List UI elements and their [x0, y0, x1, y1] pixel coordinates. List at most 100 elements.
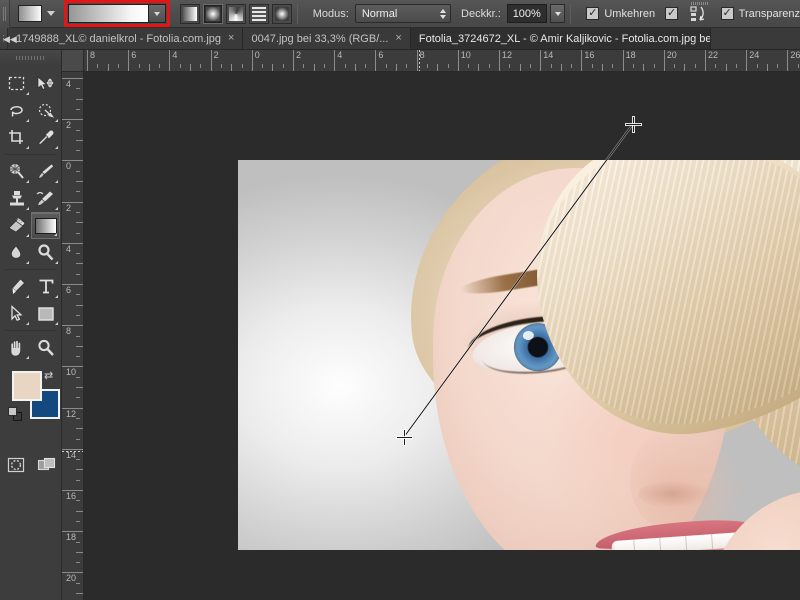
- opacity-input[interactable]: 100%: [506, 4, 547, 23]
- ruler-label: 2: [213, 50, 219, 60]
- history-brush-tool[interactable]: [31, 185, 60, 212]
- swap-colors-icon[interactable]: ⇄: [44, 369, 53, 382]
- path-selection-tool[interactable]: [2, 300, 31, 327]
- hand-tool[interactable]: [2, 334, 31, 361]
- divider: [5, 269, 57, 270]
- foreground-color-swatch[interactable]: [12, 371, 42, 401]
- gradient-preview[interactable]: [68, 5, 149, 22]
- document-tab-2[interactable]: 0047.jpg bei 33,3% (RGB/... ×: [243, 28, 411, 49]
- gradient-tool[interactable]: [31, 212, 60, 239]
- blur-tool[interactable]: [2, 239, 31, 266]
- ruler-minor-tick: [519, 64, 521, 71]
- ruler-label: 16: [66, 491, 77, 501]
- close-icon[interactable]: ×: [228, 33, 234, 44]
- gradient-swatch-icon[interactable]: [18, 5, 42, 22]
- rectangular-marquee-tool[interactable]: [2, 70, 31, 97]
- dither-checkbox[interactable]: ✓: [665, 7, 679, 20]
- ruler-minor-tick: [76, 500, 80, 502]
- chevron-down-icon[interactable]: [46, 11, 55, 16]
- ruler-minor-tick: [602, 64, 603, 71]
- dither-checkbox-wrap[interactable]: ✓: [665, 7, 679, 20]
- opacity-dropdown[interactable]: [549, 4, 566, 23]
- ruler-minor-tick: [148, 64, 150, 71]
- collapse-panel-icon[interactable]: ◀◀: [3, 34, 17, 45]
- options-bar-grip[interactable]: [0, 0, 10, 28]
- eraser-tool[interactable]: [2, 212, 31, 239]
- ruler-corner[interactable]: [62, 50, 84, 72]
- image-canvas[interactable]: [238, 160, 800, 550]
- ruler-minor-tick: [241, 64, 243, 68]
- ruler-label: 20: [666, 50, 677, 60]
- gradient-type-angle[interactable]: [225, 3, 246, 24]
- invert-label: Umkehren: [604, 7, 656, 20]
- blend-mode-select[interactable]: Normal: [354, 4, 452, 23]
- ruler-minor-tick: [76, 98, 83, 100]
- lasso-icon: [9, 105, 23, 117]
- gradient-type-radial[interactable]: [202, 3, 223, 24]
- default-colors-icon[interactable]: [8, 407, 22, 421]
- gradient-type-reflected[interactable]: [248, 3, 269, 24]
- ruler-minor-tick: [76, 551, 83, 553]
- document-tab-3-active[interactable]: Fotolia_3724672_XL - © Amir Kaljikovic -…: [410, 28, 711, 49]
- divider: [296, 3, 298, 24]
- type-tool[interactable]: [31, 273, 60, 300]
- close-icon[interactable]: ×: [395, 33, 401, 44]
- ruler-minor-tick: [76, 438, 80, 440]
- move-tool[interactable]: [31, 70, 60, 97]
- ruler-label: 4: [66, 79, 72, 89]
- ruler-minor-tick: [76, 253, 80, 255]
- ruler-label: 0: [254, 50, 260, 60]
- gradient-picker-dropdown[interactable]: [148, 5, 165, 22]
- ruler-minor-tick: [76, 294, 80, 296]
- pen-tool[interactable]: [2, 273, 31, 300]
- transparency-checkbox-wrap[interactable]: ✓ Transparenz: [720, 7, 800, 20]
- vertical-ruler[interactable]: 4 2 0 2 4 6 8 10 12 14 16 18 20: [62, 72, 84, 600]
- panel-grip: [691, 1, 710, 5]
- ruler-guide-marker: [62, 450, 83, 452]
- eyedropper-icon: [37, 130, 53, 146]
- crop-tool[interactable]: [2, 124, 31, 151]
- ruler-minor-tick: [76, 129, 80, 131]
- invert-checkbox[interactable]: ✓: [586, 7, 600, 20]
- panel-toggle-icon[interactable]: [687, 1, 711, 27]
- brush-tool[interactable]: [31, 158, 60, 185]
- ruler-minor-tick: [766, 64, 768, 71]
- gradient-picker[interactable]: [67, 4, 166, 23]
- brush-icon: [37, 164, 53, 180]
- clone-stamp-tool[interactable]: [2, 185, 31, 212]
- gradient-type-linear[interactable]: [179, 3, 200, 24]
- rectangle-shape-tool[interactable]: [31, 300, 60, 327]
- ruler-minor-tick: [323, 64, 325, 68]
- ruler-minor-tick: [76, 510, 83, 512]
- dodge-tool[interactable]: [31, 239, 60, 266]
- ruler-label: 20: [66, 573, 77, 584]
- gradient-type-diamond[interactable]: [271, 3, 292, 24]
- chevron-down-icon: [554, 11, 561, 16]
- ruler-minor-tick: [159, 64, 161, 68]
- transparency-checkbox[interactable]: ✓: [720, 7, 734, 20]
- marquee-icon: [8, 76, 25, 91]
- ruler-label: 10: [66, 367, 77, 378]
- ruler-minor-tick: [190, 64, 191, 71]
- toolbox-header[interactable]: ◀◀: [0, 34, 61, 66]
- hand-icon: [10, 339, 21, 356]
- ruler-minor-tick: [674, 64, 676, 68]
- ruler-minor-tick: [76, 170, 80, 172]
- quick-selection-tool[interactable]: [31, 97, 60, 124]
- ruler-minor-tick: [76, 469, 83, 471]
- document-tab-1[interactable]: 1749888_XL© danielkrol - Fotolia.com.jpg…: [8, 28, 244, 49]
- spot-healing-brush-tool[interactable]: [2, 158, 31, 185]
- document-area[interactable]: [84, 72, 800, 600]
- screen-mode-icon[interactable]: [31, 451, 62, 479]
- lasso-tool[interactable]: [2, 97, 31, 124]
- ruler-minor-tick: [313, 64, 315, 71]
- invert-checkbox-wrap[interactable]: ✓ Umkehren: [586, 7, 655, 20]
- quick-mask-icon[interactable]: [0, 451, 31, 479]
- horizontal-ruler[interactable]: 86420246810121416182022242628: [84, 50, 800, 72]
- ruler-minor-tick: [107, 64, 109, 71]
- ruler-label: 16: [584, 50, 595, 60]
- eyedropper-tool[interactable]: [31, 124, 60, 151]
- ruler-minor-tick: [406, 64, 408, 68]
- zoom-tool[interactable]: [31, 334, 60, 361]
- ruler-minor-tick: [684, 64, 686, 71]
